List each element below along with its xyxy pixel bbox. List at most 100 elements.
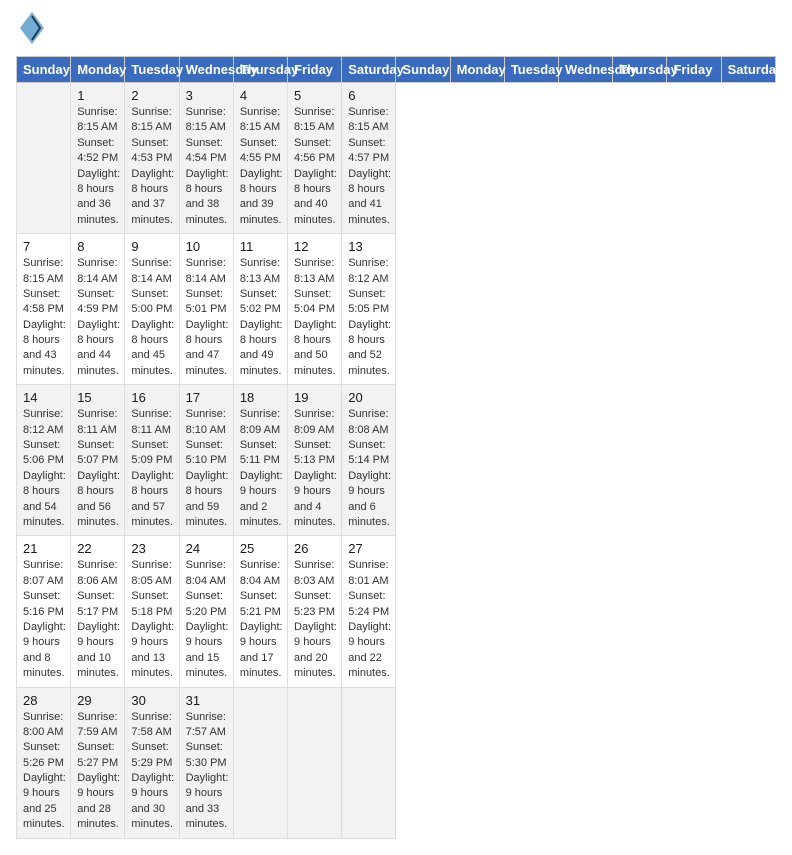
day-number: 25 xyxy=(240,541,281,556)
day-info: Sunrise: 8:14 AMSunset: 5:01 PMDaylight:… xyxy=(186,256,227,379)
calendar-cell xyxy=(233,687,287,838)
calendar-week-row: 1Sunrise: 8:15 AMSunset: 4:52 PMDaylight… xyxy=(17,83,776,234)
day-info: Sunrise: 8:14 AMSunset: 4:59 PMDaylight:… xyxy=(77,256,118,379)
calendar-cell: 10 Sunrise: 8:14 AMSunset: 5:01 PMDayligh… xyxy=(179,234,233,385)
day-number: 3 xyxy=(186,88,227,103)
day-info: Sunrise: 8:08 AMSunset: 5:14 PMDaylight:… xyxy=(348,407,389,530)
day-info: Sunrise: 8:03 AMSunset: 5:23 PMDaylight:… xyxy=(294,558,335,681)
calendar-week-row: 14 Sunrise: 8:12 AMSunset: 5:06 PMDayligh… xyxy=(17,385,776,536)
day-number: 28 xyxy=(23,693,64,708)
day-info: Sunrise: 7:59 AMSunset: 5:27 PMDaylight:… xyxy=(77,710,118,833)
day-number: 8 xyxy=(77,239,118,254)
day-info: Sunrise: 8:13 AMSunset: 5:04 PMDaylight:… xyxy=(294,256,335,379)
day-number: 13 xyxy=(348,239,389,254)
weekday-header-wednesday: Wednesday xyxy=(559,57,613,83)
calendar-cell: 16 Sunrise: 8:11 AMSunset: 5:09 PMDayligh… xyxy=(125,385,179,536)
weekday-header-saturday: Saturday xyxy=(342,57,396,83)
calendar-table: SundayMondayTuesdayWednesdayThursdayFrid… xyxy=(16,56,776,839)
day-number: 19 xyxy=(294,390,335,405)
calendar-week-row: 7 Sunrise: 8:15 AMSunset: 4:58 PMDaylight… xyxy=(17,234,776,385)
day-info: Sunrise: 7:57 AMSunset: 5:30 PMDaylight:… xyxy=(186,710,227,833)
weekday-header-monday: Monday xyxy=(450,57,504,83)
day-info: Sunrise: 8:12 AMSunset: 5:05 PMDaylight:… xyxy=(348,256,389,379)
day-number: 5 xyxy=(294,88,335,103)
day-info: Sunrise: 8:15 AMSunset: 4:57 PMDaylight:… xyxy=(348,105,389,228)
weekday-header-sunday: Sunday xyxy=(17,57,71,83)
day-number: 29 xyxy=(77,693,118,708)
day-info: Sunrise: 8:12 AMSunset: 5:06 PMDaylight:… xyxy=(23,407,64,530)
logo-icon xyxy=(20,12,44,44)
calendar-cell: 27 Sunrise: 8:01 AMSunset: 5:24 PMDayligh… xyxy=(342,536,396,687)
calendar-cell: 30 Sunrise: 7:58 AMSunset: 5:29 PMDayligh… xyxy=(125,687,179,838)
calendar-cell: 31 Sunrise: 7:57 AMSunset: 5:30 PMDayligh… xyxy=(179,687,233,838)
calendar-cell: 14 Sunrise: 8:12 AMSunset: 5:06 PMDayligh… xyxy=(17,385,71,536)
day-number: 7 xyxy=(23,239,64,254)
calendar-cell xyxy=(342,687,396,838)
weekday-header-tuesday: Tuesday xyxy=(504,57,558,83)
day-number: 4 xyxy=(240,88,281,103)
day-info: Sunrise: 8:13 AMSunset: 5:02 PMDaylight:… xyxy=(240,256,281,379)
calendar-cell: 22Sunrise: 8:06 AMSunset: 5:17 PMDayligh… xyxy=(71,536,125,687)
day-number: 11 xyxy=(240,239,281,254)
calendar-cell: 2Sunrise: 8:15 AMSunset: 4:53 PMDaylight… xyxy=(125,83,179,234)
calendar-cell: 9Sunrise: 8:14 AMSunset: 5:00 PMDaylight… xyxy=(125,234,179,385)
day-number: 17 xyxy=(186,390,227,405)
day-info: Sunrise: 8:04 AMSunset: 5:20 PMDaylight:… xyxy=(186,558,227,681)
day-number: 9 xyxy=(131,239,172,254)
day-info: Sunrise: 8:15 AMSunset: 4:56 PMDaylight:… xyxy=(294,105,335,228)
day-info: Sunrise: 8:05 AMSunset: 5:18 PMDaylight:… xyxy=(131,558,172,681)
calendar-cell: 4Sunrise: 8:15 AMSunset: 4:55 PMDaylight… xyxy=(233,83,287,234)
calendar-cell: 3Sunrise: 8:15 AMSunset: 4:54 PMDaylight… xyxy=(179,83,233,234)
day-info: Sunrise: 8:09 AMSunset: 5:13 PMDaylight:… xyxy=(294,407,335,530)
day-number: 14 xyxy=(23,390,64,405)
weekday-header-wednesday: Wednesday xyxy=(179,57,233,83)
calendar-cell: 11 Sunrise: 8:13 AMSunset: 5:02 PMDayligh… xyxy=(233,234,287,385)
day-info: Sunrise: 8:00 AMSunset: 5:26 PMDaylight:… xyxy=(23,710,64,833)
day-info: Sunrise: 7:58 AMSunset: 5:29 PMDaylight:… xyxy=(131,710,172,833)
weekday-header-monday: Monday xyxy=(71,57,125,83)
calendar-cell: 21Sunrise: 8:07 AMSunset: 5:16 PMDayligh… xyxy=(17,536,71,687)
day-info: Sunrise: 8:06 AMSunset: 5:17 PMDaylight:… xyxy=(77,558,118,681)
calendar-cell: 18Sunrise: 8:09 AMSunset: 5:11 PMDayligh… xyxy=(233,385,287,536)
day-number: 10 xyxy=(186,239,227,254)
calendar-cell: 13 Sunrise: 8:12 AMSunset: 5:05 PMDayligh… xyxy=(342,234,396,385)
logo xyxy=(16,16,44,44)
weekday-header-sunday: Sunday xyxy=(396,57,450,83)
calendar-cell: 19 Sunrise: 8:09 AMSunset: 5:13 PMDayligh… xyxy=(288,385,342,536)
day-info: Sunrise: 8:11 AMSunset: 5:09 PMDaylight:… xyxy=(131,407,172,530)
calendar-cell xyxy=(17,83,71,234)
calendar-week-row: 28 Sunrise: 8:00 AMSunset: 5:26 PMDayligh… xyxy=(17,687,776,838)
day-number: 30 xyxy=(131,693,172,708)
calendar-cell: 15 Sunrise: 8:11 AMSunset: 5:07 PMDayligh… xyxy=(71,385,125,536)
weekday-header-friday: Friday xyxy=(667,57,721,83)
calendar-cell: 6Sunrise: 8:15 AMSunset: 4:57 PMDaylight… xyxy=(342,83,396,234)
day-number: 18 xyxy=(240,390,281,405)
day-info: Sunrise: 8:11 AMSunset: 5:07 PMDaylight:… xyxy=(77,407,118,530)
calendar-cell: 20Sunrise: 8:08 AMSunset: 5:14 PMDayligh… xyxy=(342,385,396,536)
day-number: 24 xyxy=(186,541,227,556)
calendar-cell: 12 Sunrise: 8:13 AMSunset: 5:04 PMDayligh… xyxy=(288,234,342,385)
day-info: Sunrise: 8:15 AMSunset: 4:58 PMDaylight:… xyxy=(23,256,64,379)
day-info: Sunrise: 8:01 AMSunset: 5:24 PMDaylight:… xyxy=(348,558,389,681)
calendar-cell: 26 Sunrise: 8:03 AMSunset: 5:23 PMDayligh… xyxy=(288,536,342,687)
day-number: 12 xyxy=(294,239,335,254)
calendar-cell: 1Sunrise: 8:15 AMSunset: 4:52 PMDaylight… xyxy=(71,83,125,234)
page-header xyxy=(16,16,776,44)
weekday-header-thursday: Thursday xyxy=(233,57,287,83)
calendar-cell: 29 Sunrise: 7:59 AMSunset: 5:27 PMDayligh… xyxy=(71,687,125,838)
calendar-week-row: 21Sunrise: 8:07 AMSunset: 5:16 PMDayligh… xyxy=(17,536,776,687)
day-number: 31 xyxy=(186,693,227,708)
day-number: 27 xyxy=(348,541,389,556)
day-number: 15 xyxy=(77,390,118,405)
calendar-cell: 23Sunrise: 8:05 AMSunset: 5:18 PMDayligh… xyxy=(125,536,179,687)
calendar-cell: 8 Sunrise: 8:14 AMSunset: 4:59 PMDaylight… xyxy=(71,234,125,385)
weekday-header-friday: Friday xyxy=(288,57,342,83)
day-number: 21 xyxy=(23,541,64,556)
day-number: 26 xyxy=(294,541,335,556)
day-info: Sunrise: 8:10 AMSunset: 5:10 PMDaylight:… xyxy=(186,407,227,530)
day-info: Sunrise: 8:15 AMSunset: 4:53 PMDaylight:… xyxy=(131,105,172,228)
calendar-cell: 24 Sunrise: 8:04 AMSunset: 5:20 PMDayligh… xyxy=(179,536,233,687)
day-number: 16 xyxy=(131,390,172,405)
weekday-header-thursday: Thursday xyxy=(613,57,667,83)
day-number: 1 xyxy=(77,88,118,103)
